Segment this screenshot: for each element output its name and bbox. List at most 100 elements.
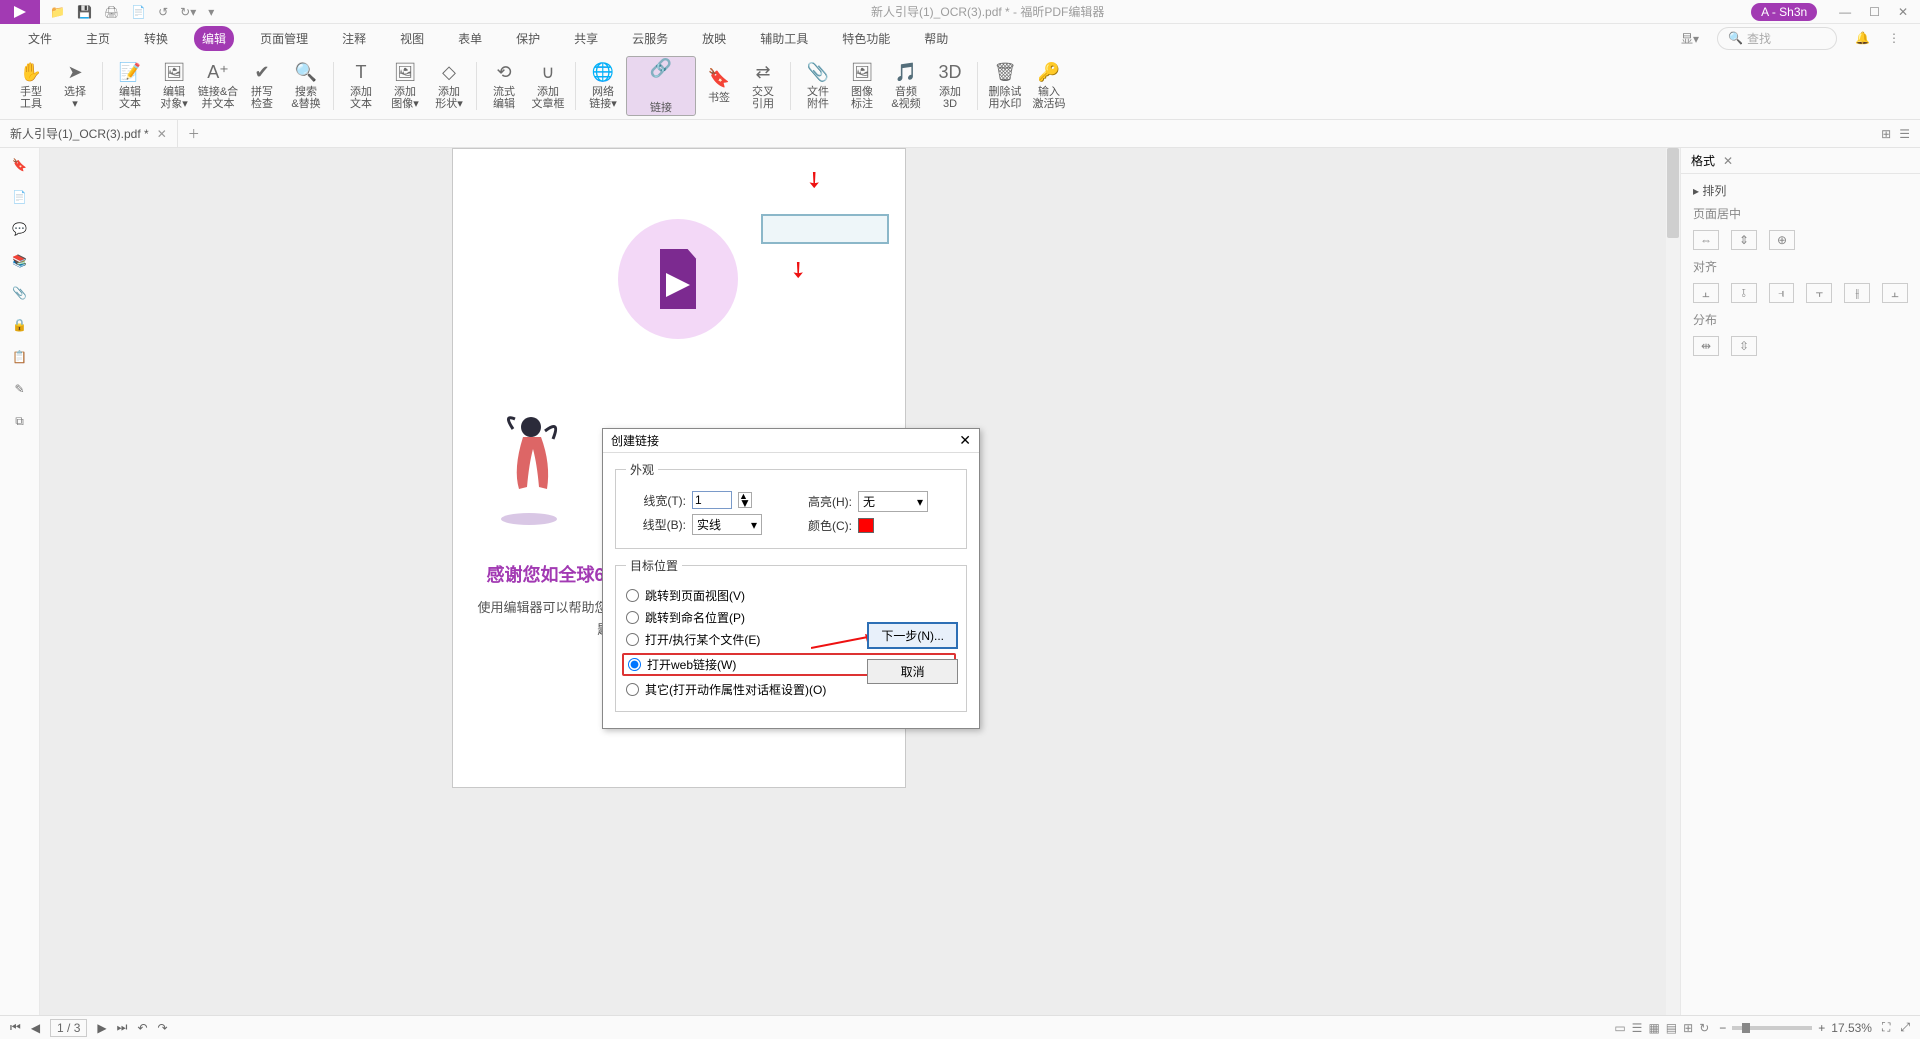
qat-more-icon[interactable]: ▾ [208,5,214,19]
ribbon-手型工具[interactable]: ✋手型 工具 [10,56,52,116]
ribbon-添加文本[interactable]: T添加 文本 [340,56,382,116]
center-v-icon[interactable]: ⇕ [1731,230,1757,250]
tab-home[interactable]: 主页 [78,26,118,51]
tab-convert[interactable]: 转换 [136,26,176,51]
next-page-icon[interactable]: ▶ [97,1021,106,1035]
ribbon-编辑对象[interactable]: 🖼编辑 对象▾ [153,56,195,116]
view-list-icon[interactable]: ☰ [1899,127,1910,141]
ribbon-拼写检查[interactable]: ✔拼写 检查 [241,56,283,116]
last-page-icon[interactable]: ⏭ [117,1020,128,1035]
document-tab-close-icon[interactable]: ✕ [157,127,167,141]
ribbon-添加形状[interactable]: ◇添加 形状▾ [428,56,470,116]
first-page-icon[interactable]: ⏮ [10,1020,21,1035]
page-indicator[interactable]: 1 / 3 [50,1019,87,1037]
view-grid-icon[interactable]: ⊞ [1881,127,1891,141]
ribbon-删除试用水印[interactable]: 🗑删除试 用水印 [984,56,1026,116]
qat-redo-icon[interactable]: ↻▾ [180,5,196,19]
leftrail-item-8[interactable]: ⧉ [15,414,24,429]
tab-file[interactable]: 文件 [20,26,60,51]
leftrail-item-1[interactable]: 📄 [12,190,27,204]
radio-page-view[interactable] [626,589,639,602]
leftrail-item-5[interactable]: 🔒 [12,318,27,332]
canvas[interactable]: ➘ ➘ 感谢您如全球6.5亿用户一样信任福昕PDF编辑器 使用编辑器可以帮助您在… [40,148,1680,1015]
view-reflow-icon[interactable]: ↻ [1699,1021,1709,1035]
panel-close-icon[interactable]: ✕ [1723,154,1733,168]
leftrail-item-4[interactable]: 📎 [12,286,27,300]
rotate-right-icon[interactable]: ↷ [158,1021,168,1035]
minimize-icon[interactable]: — [1839,5,1851,19]
line-type-select[interactable]: 实线▾ [692,514,762,535]
view-cont-icon[interactable]: ☰ [1632,1021,1643,1035]
ribbon-选择[interactable]: ➤选择 ▾ [54,56,96,116]
align-center-icon[interactable]: ⫱ [1731,283,1757,303]
radio-named-pos[interactable] [626,611,639,624]
menu-more-icon[interactable]: ⋮ [1888,31,1900,45]
view-cont-facing-icon[interactable]: ▤ [1666,1021,1677,1035]
qat-open-icon[interactable]: 📁 [50,5,65,19]
ribbon-collapse[interactable]: 显▾ [1681,30,1699,47]
leftrail-item-3[interactable]: 📚 [12,254,27,268]
spinner-icon[interactable]: ▲▼ [738,492,752,508]
link-rectangle[interactable] [761,214,889,244]
tab-help[interactable]: 帮助 [916,26,956,51]
tab-page[interactable]: 页面管理 [252,26,316,51]
ribbon-交叉引用[interactable]: ⇄交叉 引用 [742,56,784,116]
scrollbar-thumb[interactable] [1667,148,1679,238]
distribute-v-icon[interactable]: ⇳ [1731,336,1757,356]
document-tab[interactable]: 新人引导(1)_OCR(3).pdf * ✕ [0,120,178,147]
qat-save-icon[interactable]: 💾 [77,5,92,19]
zoom-in-icon[interactable]: + [1818,1021,1825,1035]
dialog-close-icon[interactable]: ✕ [959,432,971,449]
ribbon-书签[interactable]: 🔖书签 [698,56,740,116]
tab-feature[interactable]: 特色功能 [834,26,898,51]
color-swatch[interactable] [858,518,874,533]
align-right-icon[interactable]: ⫣ [1769,283,1795,303]
highlight-select[interactable]: 无▾ [858,491,928,512]
qat-undo-icon[interactable]: ↺ [158,5,168,19]
tab-present[interactable]: 放映 [694,26,734,51]
tab-share[interactable]: 共享 [566,26,606,51]
align-middle-icon[interactable]: ⫲ [1844,283,1870,303]
align-top-icon[interactable]: ⫟ [1806,283,1832,303]
prev-page-icon[interactable]: ◀ [31,1021,40,1035]
leftrail-item-6[interactable]: 📋 [12,350,27,364]
ribbon-链接[interactable]: 🔗链接 [626,56,696,116]
cancel-button[interactable]: 取消 [867,659,958,684]
ribbon-添加图像[interactable]: 🖼添加 图像▾ [384,56,426,116]
leftrail-item-2[interactable]: 💬 [12,222,27,236]
next-button[interactable]: 下一步(N)... [867,622,958,649]
tab-form[interactable]: 表单 [450,26,490,51]
ribbon-音频&视频[interactable]: 🎵音频 &视频 [885,56,927,116]
close-icon[interactable]: ✕ [1898,5,1908,19]
ribbon-链接&合并文本[interactable]: A⁺链接&合 并文本 [197,56,239,116]
qat-print-icon[interactable]: 🖨 [104,5,119,19]
ribbon-网络链接[interactable]: 🌐网络 链接▾ [582,56,624,116]
new-tab-button[interactable]: ＋ [178,125,210,142]
ribbon-添加3D[interactable]: 3D添加 3D [929,56,971,116]
rotate-left-icon[interactable]: ↶ [137,1021,147,1035]
ribbon-添加文章框[interactable]: ∪添加 文章框 [527,56,569,116]
radio-open-file[interactable] [626,633,639,646]
ribbon-编辑文本[interactable]: 📝编辑 文本 [109,56,151,116]
zoom-slider[interactable] [1732,1026,1812,1030]
center-both-icon[interactable]: ⊕ [1769,230,1795,250]
view-facing-icon[interactable]: ▦ [1648,1021,1659,1035]
leftrail-item-0[interactable]: 🔖 [12,158,27,172]
radio-web-link[interactable] [628,658,641,671]
zoom-out-icon[interactable]: − [1719,1021,1726,1035]
tab-cloud[interactable]: 云服务 [624,26,676,51]
line-width-input[interactable] [692,491,732,509]
tab-comment[interactable]: 注释 [334,26,374,51]
vertical-scrollbar[interactable] [1666,148,1680,1015]
ribbon-图像标注[interactable]: 🖼图像 标注 [841,56,883,116]
ribbon-流式编辑[interactable]: ⟲流式 编辑 [483,56,525,116]
tab-view[interactable]: 视图 [392,26,432,51]
user-badge[interactable]: A - Sh3n [1751,3,1817,21]
ribbon-搜索&替换[interactable]: 🔍搜索 &替换 [285,56,327,116]
ribbon-输入激活码[interactable]: 🔑输入 激活码 [1028,56,1070,116]
leftrail-item-7[interactable]: ✎ [14,382,24,396]
format-tab[interactable]: 格式 [1691,152,1715,169]
view-single-icon[interactable]: ▭ [1614,1021,1625,1035]
align-left-icon[interactable]: ⫠ [1693,283,1719,303]
dialog-titlebar[interactable]: 创建链接 ✕ [603,429,979,453]
